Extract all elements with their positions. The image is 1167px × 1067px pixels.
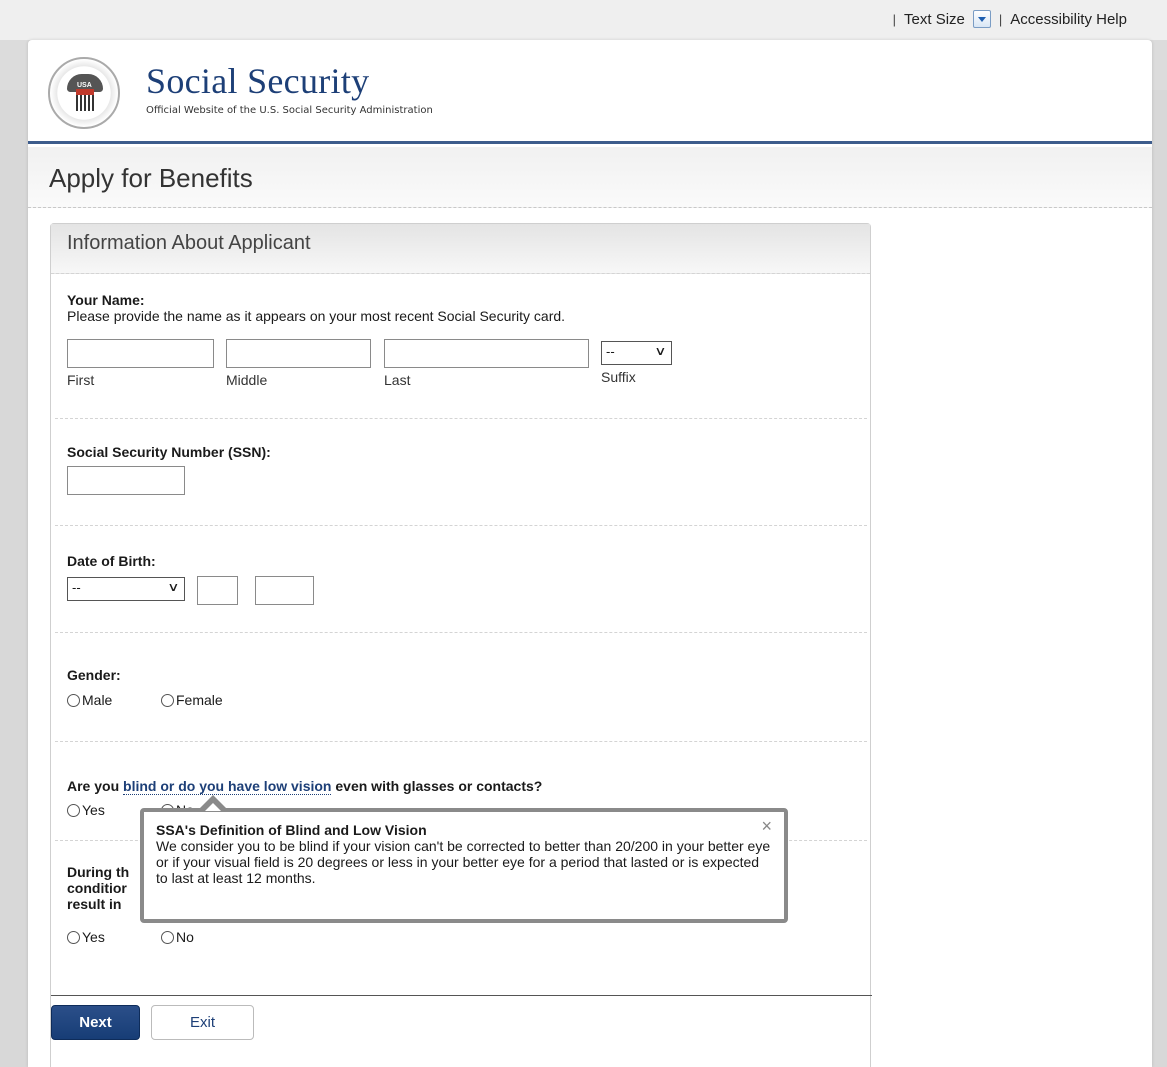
divider <box>55 525 867 526</box>
dropdown-arrow-icon[interactable] <box>972 10 991 28</box>
utility-bar: | Text Size | Accessibility Help <box>0 0 1167 40</box>
page-shade-left <box>0 90 30 1067</box>
card-title: Information About Applicant <box>51 224 870 274</box>
site-title[interactable]: Social Security <box>146 60 369 102</box>
site-header: USA Social Security Official Website of … <box>28 40 1152 144</box>
suffix-caption: Suffix <box>601 369 636 385</box>
last-name-input[interactable] <box>384 339 589 368</box>
page-container: USA Social Security Official Website of … <box>28 40 1152 1067</box>
blind-yes-label: Yes <box>82 802 105 818</box>
during-radio-group: Yes No <box>67 929 194 945</box>
radio-circle[interactable] <box>161 693 174 707</box>
dob-label: Date of Birth: <box>67 553 156 569</box>
ssn-label: Social Security Number (SSN): <box>67 444 271 460</box>
radio-circle[interactable] <box>67 930 80 944</box>
separator: | <box>892 11 897 27</box>
chevron-down-icon: ∨ <box>654 344 667 358</box>
popover-body: We consider you to be blind if your visi… <box>156 838 771 886</box>
separator: | <box>998 11 1003 27</box>
close-icon[interactable]: × <box>761 817 772 835</box>
gender-label: Gender: <box>67 667 121 683</box>
gender-male-radio[interactable]: Male <box>67 692 161 708</box>
during-no-label: No <box>176 929 194 945</box>
name-section: Your Name: Please provide the name as it… <box>67 292 857 324</box>
middle-caption: Middle <box>226 372 268 388</box>
blind-question-prefix: Are you <box>67 778 124 794</box>
name-help-text: Please provide the name as it appears on… <box>67 308 566 324</box>
chevron-down-icon: ∨ <box>167 580 180 594</box>
name-label: Your Name: <box>67 292 145 308</box>
suffix-value: -- <box>606 344 615 359</box>
next-button[interactable]: Next <box>51 1005 140 1040</box>
shield-icon <box>76 89 94 111</box>
applicant-info-card: Information About Applicant Your Name: P… <box>50 223 872 1067</box>
gender-female-label: Female <box>176 692 223 708</box>
dob-year-input[interactable] <box>255 576 314 605</box>
blind-question-suffix: even with glasses or contacts? <box>331 778 543 794</box>
utility-links: | Text Size | Accessibility Help <box>893 10 1127 28</box>
text-size-link[interactable]: Text Size <box>904 11 965 28</box>
middle-name-input[interactable] <box>226 339 371 368</box>
during-yes-radio[interactable]: Yes <box>67 929 161 945</box>
ssn-input[interactable] <box>67 466 185 495</box>
page-heading-band: Apply for Benefits <box>28 147 1152 208</box>
during-yes-label: Yes <box>82 929 105 945</box>
radio-circle[interactable] <box>67 803 80 817</box>
accessibility-help-link[interactable]: Accessibility Help <box>1010 11 1127 28</box>
exit-button[interactable]: Exit <box>151 1005 254 1040</box>
first-caption: First <box>67 372 95 388</box>
radio-circle[interactable] <box>67 693 80 707</box>
gender-radio-group: Male Female <box>67 692 223 708</box>
divider <box>55 741 867 742</box>
during-no-radio[interactable]: No <box>161 929 194 945</box>
dob-month-value: -- <box>72 580 81 595</box>
suffix-select[interactable]: -- ∨ <box>601 341 672 365</box>
blind-definition-popover: × SSA's Definition of Blind and Low Visi… <box>140 795 788 923</box>
first-name-input[interactable] <box>67 339 214 368</box>
divider <box>55 418 867 419</box>
dob-month-select[interactable]: -- ∨ <box>67 577 185 601</box>
divider <box>55 632 867 633</box>
gender-female-radio[interactable]: Female <box>161 692 223 708</box>
ssa-seal-logo[interactable]: USA <box>48 57 120 129</box>
blind-definition-link[interactable]: blind or do you have low vision <box>123 778 332 795</box>
last-caption: Last <box>384 372 411 388</box>
page-title: Apply for Benefits <box>49 163 253 193</box>
seal-text: USA <box>77 82 92 89</box>
button-bar-divider <box>51 995 872 996</box>
popover-title: SSA's Definition of Blind and Low Vision <box>156 822 427 838</box>
gender-male-label: Male <box>82 692 113 708</box>
blind-question: Are you blind or do you have low vision … <box>67 778 857 795</box>
radio-circle[interactable] <box>161 930 174 944</box>
site-subtitle: Official Website of the U.S. Social Secu… <box>146 105 433 116</box>
dob-day-input[interactable] <box>197 576 238 605</box>
